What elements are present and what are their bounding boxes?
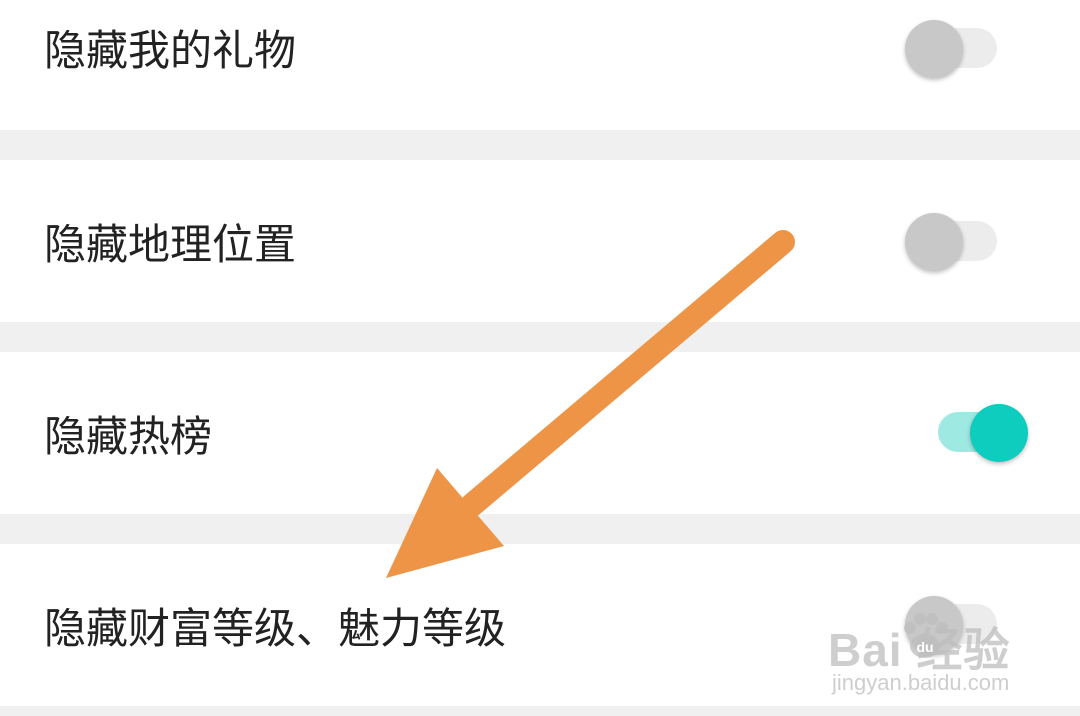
setting-label: 隐藏地理位置 [44, 220, 297, 269]
hide-gifts-toggle[interactable] [905, 18, 1005, 78]
setting-label: 隐藏我的礼物 [44, 26, 297, 75]
hide-location-toggle[interactable] [905, 211, 1005, 271]
setting-row-hide-hot-list[interactable]: 隐藏热榜 [0, 352, 1080, 514]
setting-label: 隐藏热榜 [44, 412, 213, 461]
svg-text:du: du [916, 639, 933, 655]
setting-label: 隐藏财富等级、魅力等级 [44, 604, 507, 653]
hide-hot-list-toggle[interactable] [928, 402, 1028, 462]
watermark-url: jingyan.baidu.com [832, 670, 1010, 695]
baidu-jingyan-watermark: Bai 经验 du jingyan.baidu.com [828, 610, 1068, 706]
toggle-knob [905, 213, 963, 271]
toggle-knob [905, 20, 963, 78]
setting-row-hide-location[interactable]: 隐藏地理位置 [0, 160, 1080, 322]
privacy-settings-screen: 隐藏我的礼物 隐藏地理位置 隐藏热榜 隐藏财富等级、魅力等级 Bai 经验 du… [0, 0, 1080, 716]
setting-row-hide-gifts[interactable]: 隐藏我的礼物 [0, 0, 1080, 130]
paw-logo-icon: du [904, 613, 948, 658]
toggle-knob [970, 404, 1028, 462]
